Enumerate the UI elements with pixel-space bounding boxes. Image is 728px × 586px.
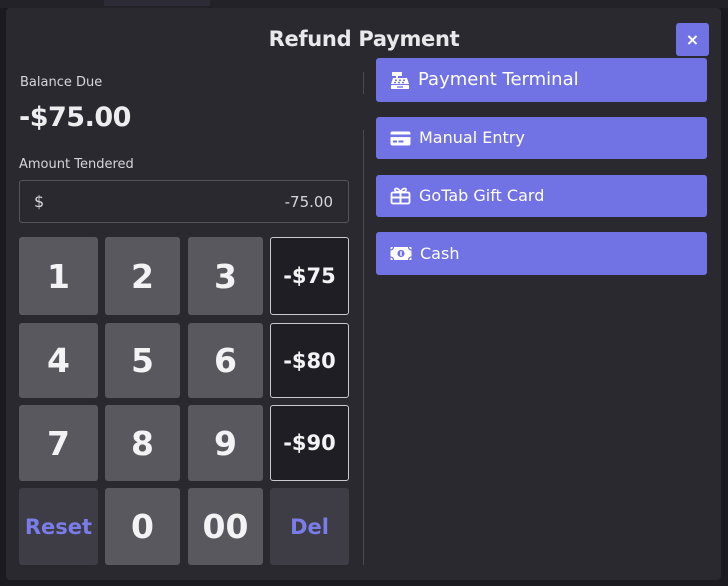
cash-button[interactable]: Cash xyxy=(376,232,707,275)
manual-entry-label: Manual Entry xyxy=(419,128,525,147)
keypad-key-1[interactable]: 1 xyxy=(19,237,98,315)
column-divider xyxy=(363,130,364,565)
keypad-key-7[interactable]: 7 xyxy=(19,405,98,481)
gift-icon xyxy=(390,187,411,205)
keypad-key-6[interactable]: 6 xyxy=(188,323,263,398)
quick-amount-90-button[interactable]: -$90 xyxy=(270,405,349,481)
credit-card-icon xyxy=(390,131,411,146)
payment-terminal-button[interactable]: Payment Terminal xyxy=(376,58,707,102)
background-app-tab xyxy=(104,0,210,6)
cash-register-icon xyxy=(390,71,410,90)
quick-amount-80-button[interactable]: -$80 xyxy=(270,323,349,398)
balance-due-value: -$75.00 xyxy=(19,102,131,133)
column-divider-top xyxy=(363,72,364,94)
close-icon: × xyxy=(685,30,700,49)
amount-tendered-value: -75.00 xyxy=(284,193,333,211)
reset-button[interactable]: Reset xyxy=(19,488,98,565)
modal-title: Refund Payment xyxy=(268,27,460,51)
delete-button[interactable]: Del xyxy=(270,488,349,565)
keypad-key-5[interactable]: 5 xyxy=(105,323,180,398)
quick-amount-75-button[interactable]: -$75 xyxy=(270,237,349,315)
amount-tendered-input[interactable]: $ -75.00 xyxy=(19,180,349,223)
currency-symbol: $ xyxy=(34,192,45,211)
payment-terminal-label: Payment Terminal xyxy=(418,69,579,90)
cash-label: Cash xyxy=(420,243,460,263)
keypad-key-9[interactable]: 9 xyxy=(188,405,263,481)
balance-due-label: Balance Due xyxy=(20,75,103,90)
keypad-key-4[interactable]: 4 xyxy=(19,323,98,398)
keypad-key-8[interactable]: 8 xyxy=(105,405,180,481)
keypad-key-2[interactable]: 2 xyxy=(105,237,180,315)
manual-entry-button[interactable]: Manual Entry xyxy=(376,117,707,159)
keypad-key-00[interactable]: 00 xyxy=(188,488,263,565)
keypad-key-3[interactable]: 3 xyxy=(188,237,263,315)
keypad-key-0[interactable]: 0 xyxy=(105,488,180,565)
close-button[interactable]: × xyxy=(676,23,709,56)
amount-tendered-label: Amount Tendered xyxy=(19,157,134,172)
gift-card-button[interactable]: GoTab Gift Card xyxy=(376,175,707,217)
gift-card-label: GoTab Gift Card xyxy=(419,186,545,205)
money-bill-icon xyxy=(390,246,412,261)
